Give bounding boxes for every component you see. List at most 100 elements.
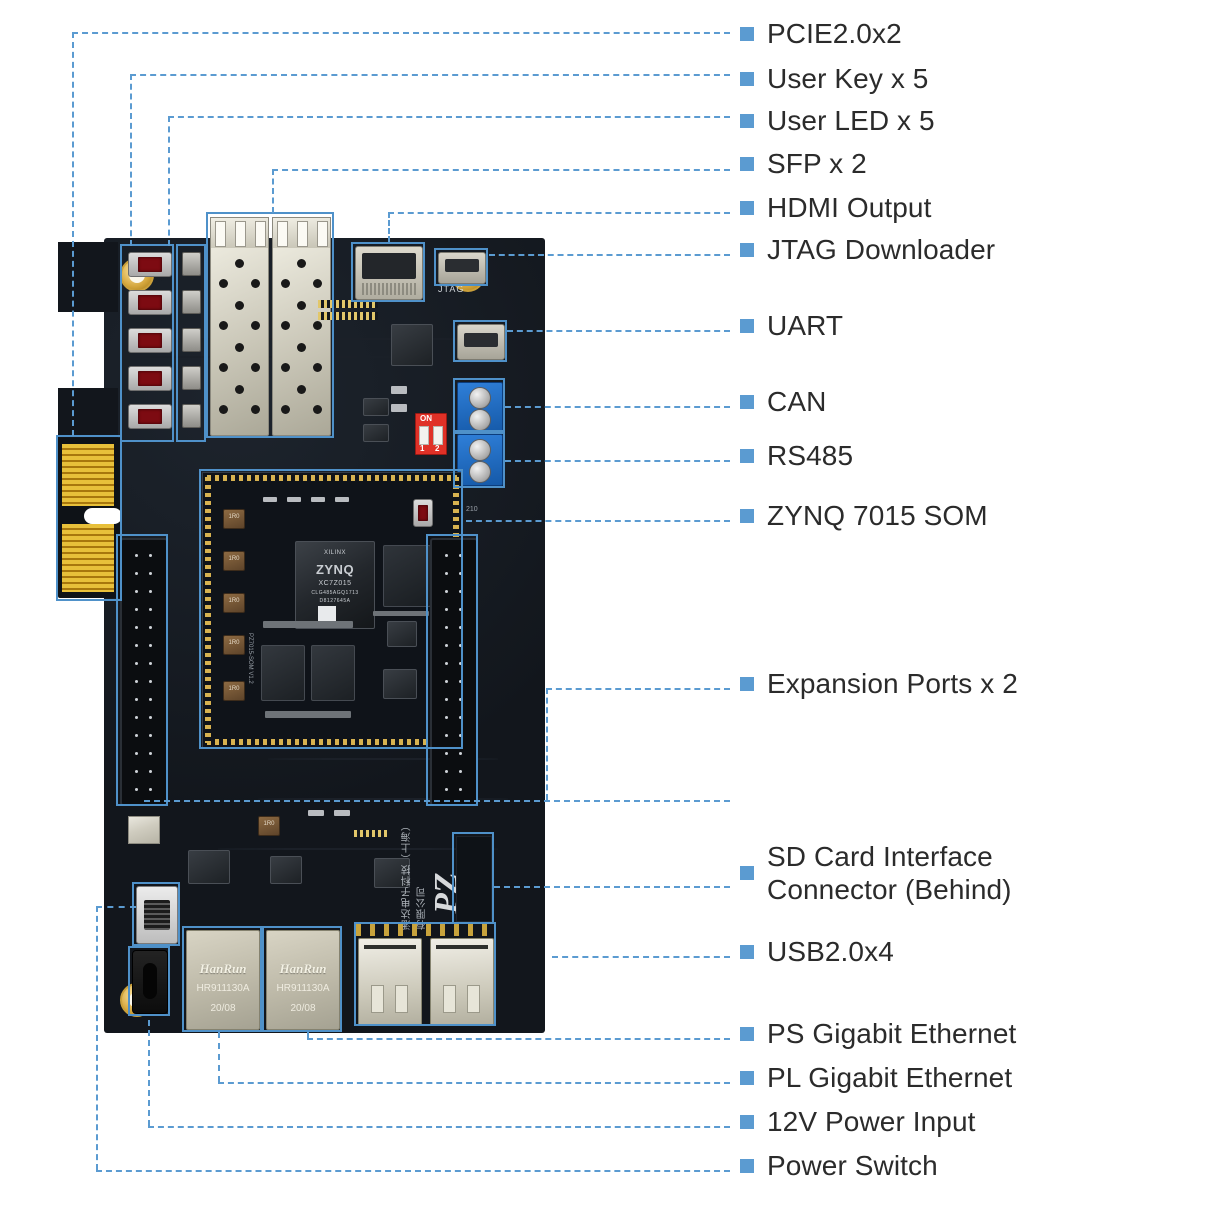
callout-pl-eth[interactable]: PL Gigabit Ethernet (740, 1062, 1012, 1094)
callout-ps-eth[interactable]: PS Gigabit Ethernet (740, 1018, 1016, 1050)
callout-label: Power Switch (767, 1150, 938, 1181)
leader-userled-v (168, 116, 170, 246)
highlight-usb (354, 922, 496, 1026)
leader-powerin-h (148, 1126, 730, 1128)
bullet-icon (740, 394, 754, 409)
feature-diagram: JTAG ON 1 2 XILINX ZYNQ XC7Z015 CLG485AG… (0, 0, 1222, 1222)
callout-label: 12V Power Input (767, 1106, 976, 1137)
leader-powersw-h1 (96, 906, 136, 908)
callout-label: RS485 (767, 440, 854, 471)
callout-label: PL Gigabit Ethernet (767, 1062, 1013, 1093)
leader-powersw-v (96, 906, 98, 1170)
callout-can[interactable]: CAN (740, 386, 826, 418)
highlight-can (453, 378, 505, 434)
callout-label: UART (767, 310, 844, 341)
leader-uart-h (507, 330, 730, 332)
callout-label: Expansion Ports x 2 (767, 668, 1018, 699)
highlight-jtag (434, 248, 488, 286)
callout-som[interactable]: ZYNQ 7015 SOM (740, 500, 988, 532)
bullet-icon (740, 448, 754, 463)
bullet-icon (740, 1026, 754, 1041)
bullet-icon (740, 71, 754, 86)
leader-pleth-v (218, 1032, 220, 1082)
leader-hdmi-h (388, 212, 730, 214)
callout-pcie[interactable]: PCIE2.0x2 (740, 18, 902, 50)
pcb-left-tab-top (58, 242, 118, 312)
callout-label: ZYNQ 7015 SOM (767, 500, 988, 531)
development-board-photo: JTAG ON 1 2 XILINX ZYNQ XC7Z015 CLG485AG… (56, 212, 545, 1033)
bullet-icon (740, 113, 754, 128)
callout-label: PS Gigabit Ethernet (767, 1018, 1017, 1049)
leader-powersw-h2 (96, 1170, 730, 1172)
callout-label: CAN (767, 386, 827, 417)
highlight-ps-eth (182, 926, 262, 1032)
bullet-icon (740, 1114, 754, 1129)
bullet-icon (740, 944, 754, 959)
callout-label: SD Card Interface Connector (Behind) (767, 841, 1012, 906)
highlight-user-led (176, 244, 206, 442)
callout-label: JTAG Downloader (767, 234, 996, 265)
callout-power-in[interactable]: 12V Power Input (740, 1106, 976, 1138)
highlight-expansion-right (426, 534, 478, 806)
bullet-icon (740, 242, 754, 257)
leader-jtag-h (489, 254, 730, 256)
callout-hdmi[interactable]: HDMI Output (740, 192, 931, 224)
leader-pcie-h (72, 32, 730, 34)
bullet-icon (740, 156, 754, 171)
leader-sfp-v (272, 169, 274, 213)
dip-on-label: ON (420, 414, 432, 423)
bullet-icon (740, 676, 754, 691)
leader-pleth-h (218, 1082, 730, 1084)
highlight-som (199, 469, 463, 749)
callout-label: USB2.0x4 (767, 936, 894, 967)
leader-som-h (466, 520, 730, 522)
callout-jtag[interactable]: JTAG Downloader (740, 234, 995, 266)
highlight-power-switch (132, 882, 180, 946)
leader-usb-h (552, 956, 730, 958)
company-silkscreen-cn: 潘达电子科技（上海）有限公司 (402, 820, 428, 930)
bullet-icon (740, 318, 754, 333)
bullet-icon (740, 866, 754, 881)
highlight-uart (453, 320, 507, 362)
highlight-sdcard (452, 832, 494, 924)
callout-rs485[interactable]: RS485 (740, 440, 853, 472)
bullet-icon (740, 1070, 754, 1085)
dip-pos-2-label: 2 (435, 444, 440, 453)
callout-label: HDMI Output (767, 192, 932, 223)
dip-switch: ON 1 2 (415, 413, 447, 455)
callout-label: SFP x 2 (767, 148, 867, 179)
callout-uart[interactable]: UART (740, 310, 843, 342)
highlight-expansion-left (116, 534, 168, 806)
callout-label: User LED x 5 (767, 105, 935, 136)
leader-pcie-v (72, 32, 74, 436)
bullet-icon (740, 200, 754, 215)
callout-label: User Key x 5 (767, 63, 929, 94)
callout-expansion[interactable]: Expansion Ports x 2 (740, 668, 1018, 700)
highlight-hdmi (351, 242, 425, 302)
callout-user-led[interactable]: User LED x 5 (740, 105, 935, 137)
bullet-icon (740, 1158, 754, 1173)
leader-sfp-h (272, 169, 730, 171)
callout-power-switch[interactable]: Power Switch (740, 1150, 938, 1182)
highlight-pcie (56, 435, 122, 601)
leader-userled-h (168, 116, 730, 118)
leader-expansion-right-v (546, 688, 548, 800)
bullet-icon (740, 508, 754, 523)
leader-expansion-right-h (546, 688, 730, 690)
callout-label: PCIE2.0x2 (767, 18, 902, 49)
highlight-user-key (120, 244, 174, 442)
leader-rs485-h (505, 460, 730, 462)
callout-sdcard[interactable]: SD Card Interface Connector (Behind) (740, 840, 1012, 906)
leader-pseth-h (307, 1038, 730, 1040)
callout-sfp[interactable]: SFP x 2 (740, 148, 867, 180)
leader-sdcard-h (494, 886, 730, 888)
leader-expansion-left-h (144, 800, 730, 802)
dip-pos-1-label: 1 (420, 444, 425, 453)
highlight-pl-eth (262, 926, 342, 1032)
callout-user-key[interactable]: User Key x 5 (740, 63, 928, 95)
callout-usb[interactable]: USB2.0x4 (740, 936, 894, 968)
leader-userkey-v (130, 74, 132, 246)
bullet-icon (740, 26, 754, 41)
highlight-power-in (128, 946, 170, 1016)
highlight-sfp (206, 212, 334, 438)
